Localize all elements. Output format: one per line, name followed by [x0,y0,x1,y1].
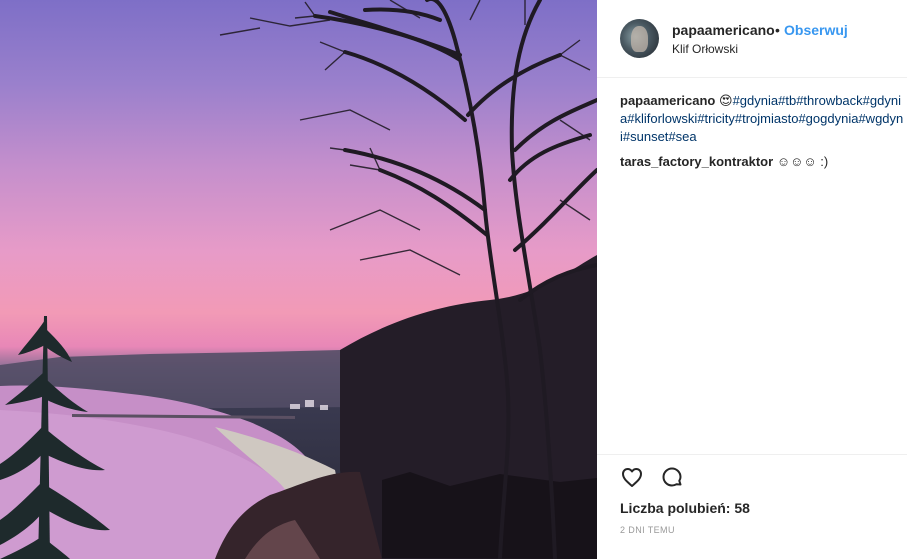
avatar[interactable] [620,19,659,58]
hashtag-link[interactable]: #throwback [796,93,862,108]
post-actions: Liczba polubień: 58 2 DNI TEMU [597,454,907,559]
hashtag-link[interactable]: #sunset [623,129,669,144]
hashtag-link[interactable]: #tricity [697,111,735,126]
hashtag-link[interactable]: #trojmiasto [735,111,799,126]
comment-username[interactable]: taras_factory_kontraktor [620,154,773,169]
post-header: papaamericano • Obserwuj Klif Orłowski [597,0,907,78]
comment-icon[interactable] [660,465,684,489]
hashtag-link[interactable]: #tb [778,93,796,108]
comment: taras_factory_kontraktor ☺☺☺ :) [620,153,905,171]
heart-icon[interactable] [620,465,644,489]
hashtag-link[interactable]: #gogdynia [798,111,858,126]
comment-username[interactable]: papaamericano [620,93,715,108]
comment-text: ☺☺☺ :) [776,154,829,169]
comment: papaamericano 😍#gdynia#tb#throwback#gdyn… [620,92,905,146]
post-panel: papaamericano • Obserwuj Klif Orłowski p… [597,0,922,559]
post-photo [0,0,597,559]
comments-list: papaamericano 😍#gdynia#tb#throwback#gdyn… [620,92,905,178]
likes-count[interactable]: Liczba polubień: 58 [620,500,750,516]
location-link[interactable]: Klif Orłowski [672,42,738,56]
post-time: 2 DNI TEMU [620,525,675,535]
username[interactable]: papaamericano [672,22,775,38]
separator-dot: • [775,22,780,38]
emoji: 😍 [719,93,733,108]
hashtag-link[interactable]: #kliforlowski [627,111,697,126]
follow-button[interactable]: Obserwuj [784,22,848,38]
hashtag-link[interactable]: #sea [668,129,696,144]
hashtag-link[interactable]: #gdynia [733,93,779,108]
